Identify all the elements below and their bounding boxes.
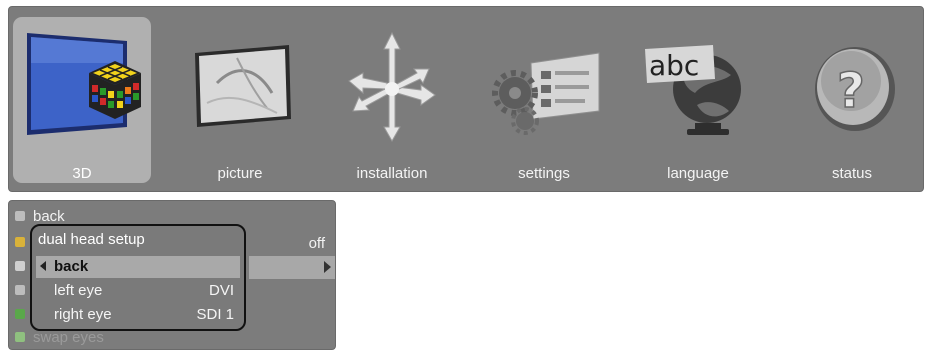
menu-item-label: status xyxy=(831,165,873,182)
dual-head-setup-popup: dual head setup back left eye DVI right … xyxy=(30,224,246,331)
menu-item-label: 3D xyxy=(72,165,92,182)
popup-item-right-eye[interactable]: right eye SDI 1 xyxy=(36,304,240,326)
menu-item-picture[interactable]: picture xyxy=(171,17,309,183)
installation-arrows-icon xyxy=(348,31,436,143)
popup-back-item[interactable]: back xyxy=(36,256,240,278)
svg-text:?: ? xyxy=(837,63,865,119)
settings-gears-icon xyxy=(492,52,600,135)
menu-item-label: picture xyxy=(217,165,263,182)
picture-icon xyxy=(195,45,291,127)
swap-icon xyxy=(15,332,25,342)
popup-item-left-eye[interactable]: left eye DVI xyxy=(36,280,240,302)
menu-item-language[interactable]: abc language xyxy=(629,17,767,183)
language-globe-icon: abc xyxy=(645,45,741,135)
menu-item-settings[interactable]: settings xyxy=(475,17,613,183)
menu-option-icon xyxy=(15,237,25,247)
menu-item-status[interactable]: ? status xyxy=(783,17,921,183)
menu-item-label: language xyxy=(667,165,729,182)
back-icon xyxy=(15,211,25,221)
rubiks-cube-3d-icon xyxy=(27,33,141,135)
menu-item-label: settings xyxy=(518,165,570,182)
chevron-left-icon xyxy=(40,261,46,271)
popup-title: dual head setup xyxy=(38,231,145,248)
svg-text:abc: abc xyxy=(649,49,699,82)
main-menu-bar: 3D picture installation settings abc lan… xyxy=(8,6,924,192)
glasses-icon xyxy=(15,261,25,271)
menu-item-3d[interactable]: 3D xyxy=(13,17,151,183)
menu-item-label: installation xyxy=(356,165,428,182)
status-question-icon: ? xyxy=(815,47,895,131)
menu-option-icon xyxy=(15,285,25,295)
menu-item-installation[interactable]: installation xyxy=(323,17,461,183)
option-value: off xyxy=(308,235,325,252)
menu-option-icon xyxy=(15,309,25,319)
